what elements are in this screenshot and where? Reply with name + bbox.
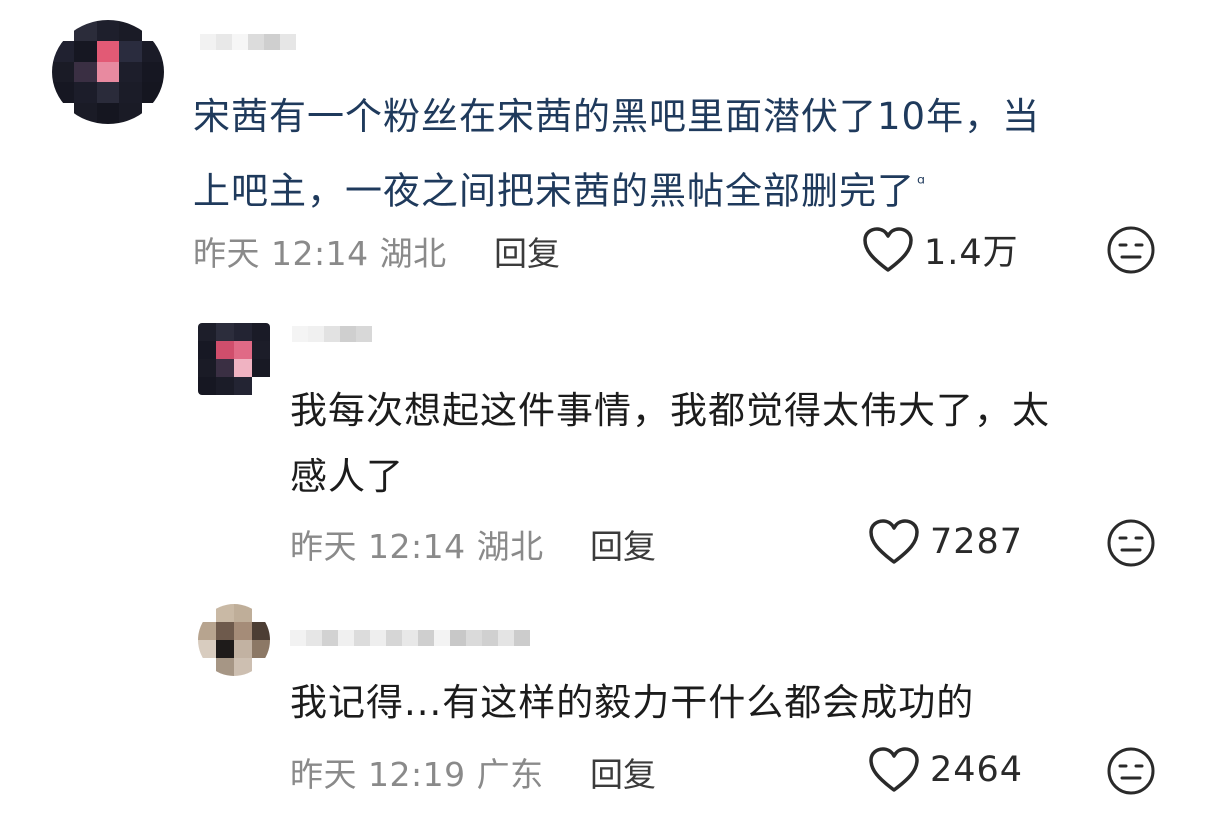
comment-meta: 昨天 12:14 湖北 [290, 520, 544, 568]
avatar[interactable] [198, 323, 270, 395]
comment-text: 我每次想起这件事情，我都觉得太伟大了，太 感人了 [290, 378, 1050, 510]
username-blurred[interactable] [290, 630, 530, 646]
expressionless-face-icon[interactable] [1106, 225, 1156, 275]
comment-text-line: 感人了 [290, 455, 404, 498]
expressionless-face-icon[interactable] [1106, 518, 1156, 568]
reply-button[interactable]: 回复 [590, 520, 656, 568]
comment-location: 湖北 [476, 527, 544, 566]
username-blurred[interactable] [292, 326, 372, 342]
comment-text-line: 上吧主，一夜之间把宋茜的黑帖全部删完了 [193, 169, 915, 213]
username-blurred[interactable] [200, 34, 296, 50]
comment-time: 昨天 12:14 [290, 527, 466, 566]
like-button[interactable]: 2464 [868, 746, 1023, 794]
like-count: 2464 [930, 750, 1024, 790]
comment-text-line: 我每次想起这件事情，我都觉得太伟大了，太 [290, 389, 1050, 432]
like-count: 7287 [930, 522, 1024, 562]
heart-outline-icon [869, 519, 919, 564]
avatar[interactable] [52, 20, 164, 124]
comment-text-line: 我记得...有这样的毅力干什么都会成功的 [290, 681, 975, 724]
like-button[interactable]: 7287 [868, 518, 1023, 566]
heart-outline-icon [869, 747, 919, 792]
translate-icon[interactable]: ᵅ [917, 150, 926, 216]
comment-time: 昨天 12:14 [193, 234, 369, 273]
expressionless-face-icon[interactable] [1106, 746, 1156, 796]
comment-text-line: 宋茜有一个粉丝在宋茜的黑吧里面潜伏了10年，当 [193, 95, 1041, 138]
reply-button[interactable]: 回复 [494, 227, 560, 275]
comment-meta: 昨天 12:19 广东 [290, 748, 544, 796]
reply-button[interactable]: 回复 [590, 748, 656, 796]
comment-meta: 昨天 12:14 湖北 [193, 227, 447, 275]
comment-location: 湖北 [379, 234, 447, 273]
heart-outline-icon [863, 226, 913, 272]
like-button[interactable]: 1.4万 [862, 224, 1019, 275]
comment-time: 昨天 12:19 [290, 755, 466, 794]
comment-text: 我记得...有这样的毅力干什么都会成功的 [290, 670, 974, 736]
comment-text: 宋茜有一个粉丝在宋茜的黑吧里面潜伏了10年，当 上吧主，一夜之间把宋茜的黑帖全部… [193, 84, 1040, 224]
avatar[interactable] [198, 604, 270, 676]
like-count: 1.4万 [924, 233, 1019, 273]
comment-location: 广东 [476, 755, 544, 794]
